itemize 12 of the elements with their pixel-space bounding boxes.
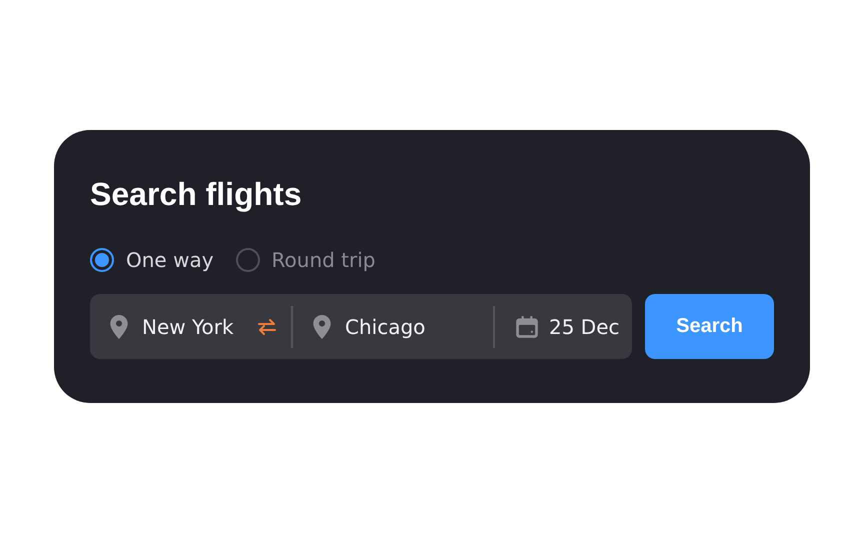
card-title: Search flights <box>90 175 303 214</box>
date-field[interactable]: 25 Dec <box>549 314 620 338</box>
swap-icon[interactable] <box>257 316 277 336</box>
location-pin-icon <box>110 314 128 338</box>
location-pin-icon <box>313 314 331 338</box>
radio-label[interactable]: One way <box>126 248 214 272</box>
calendar-icon <box>514 314 540 340</box>
radio-button[interactable] <box>236 248 260 272</box>
radio-label[interactable]: Round trip <box>272 248 376 272</box>
origin-field[interactable]: New York <box>142 314 243 338</box>
radio-button[interactable] <box>90 248 114 272</box>
destination-field[interactable]: Chicago <box>345 314 426 338</box>
